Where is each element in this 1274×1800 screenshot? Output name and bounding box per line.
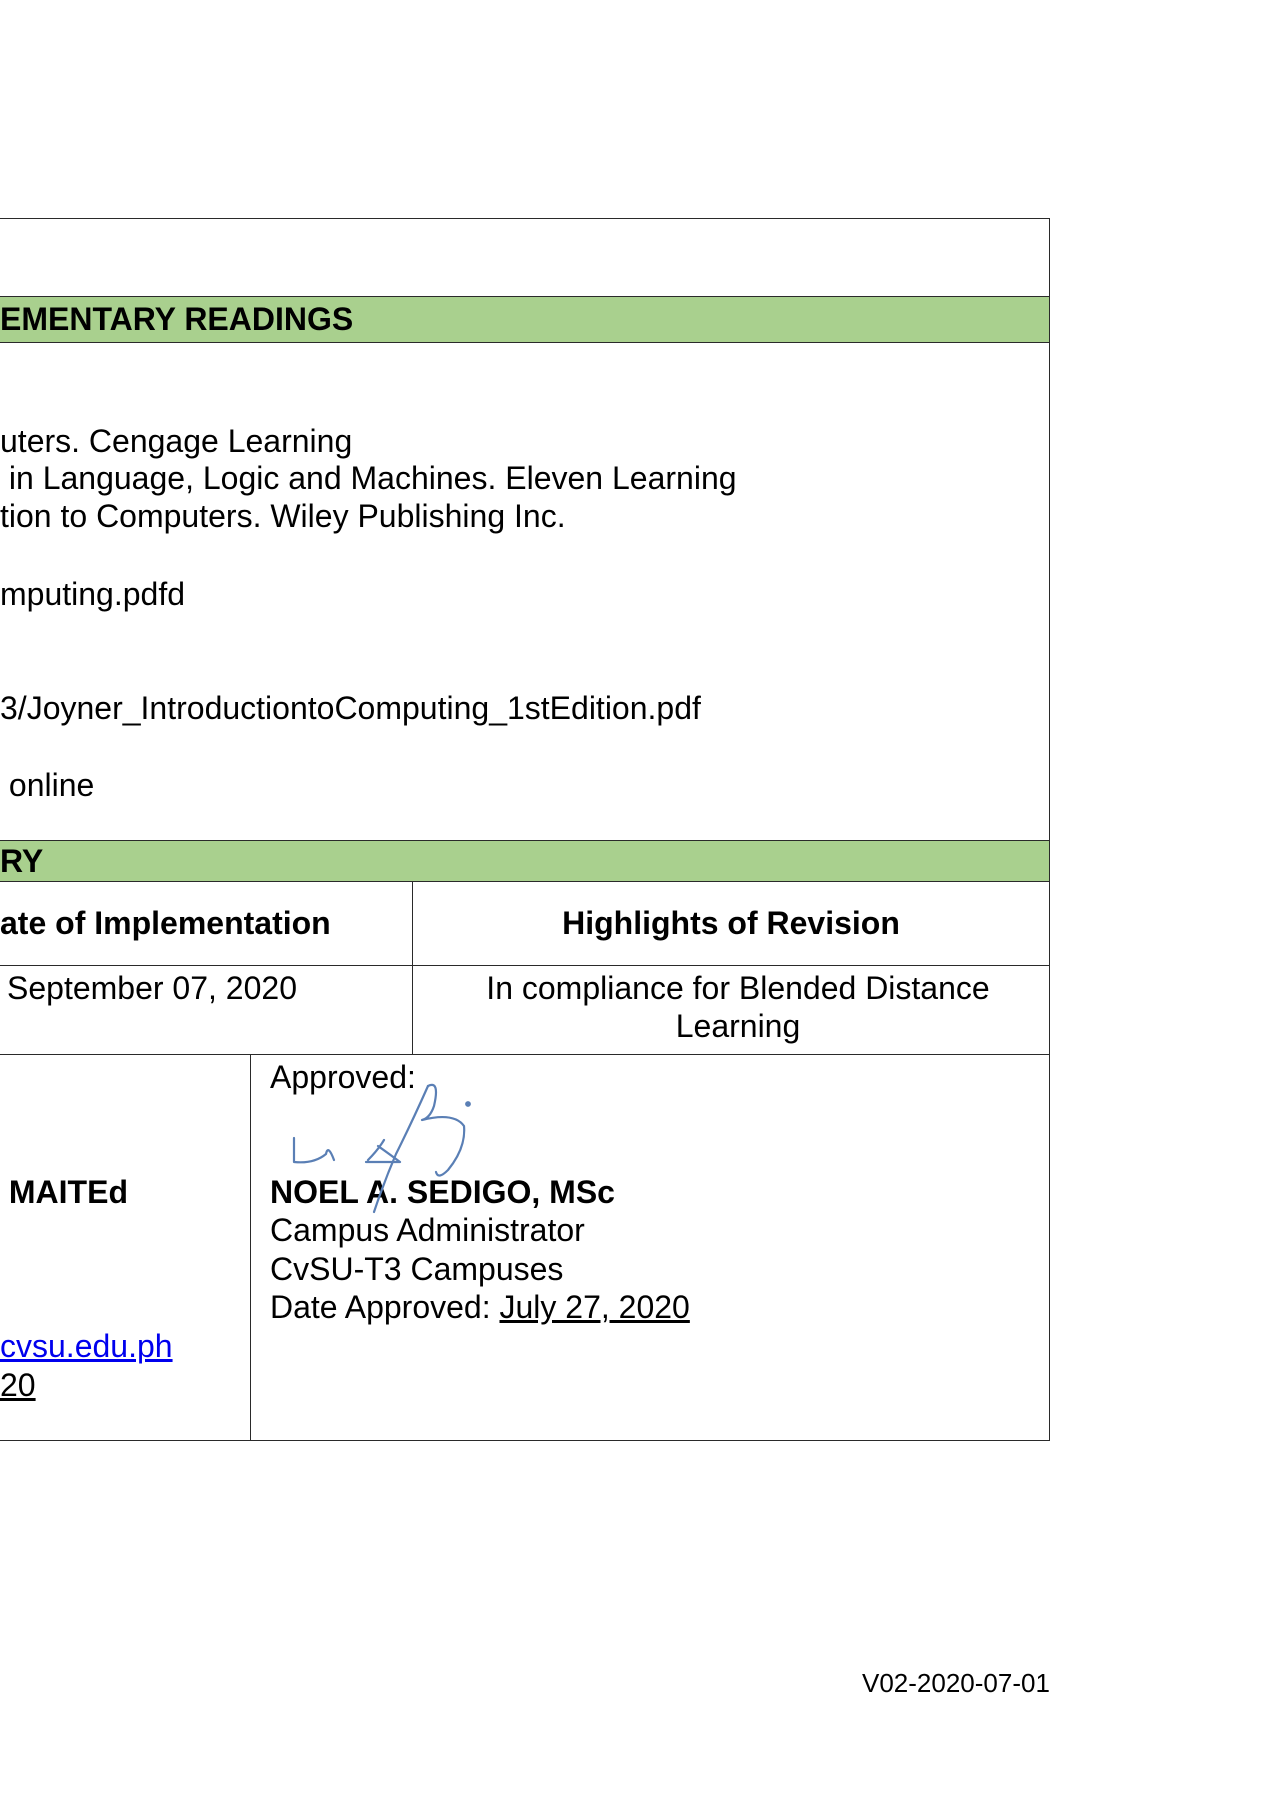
reference-line: tion to Computers. Wiley Publishing Inc. [0, 498, 566, 534]
prepared-date: 20 [0, 1367, 36, 1403]
reference-line: mputing.pdfd [0, 576, 186, 612]
row-divider [0, 296, 1050, 297]
reference-line: online [0, 767, 95, 803]
column-divider [250, 1054, 251, 1441]
table-border-right [1049, 218, 1050, 1441]
row-divider [0, 881, 1050, 882]
row-divider [0, 840, 1050, 841]
signature-dot [465, 1101, 471, 1107]
revision-highlights: In compliance for Blended Distance Learn… [486, 970, 990, 1044]
table-border-top [0, 218, 1050, 219]
revision-header-band [0, 841, 1049, 881]
date-approved-label: Date Approved: [270, 1289, 500, 1325]
date-approved-line: Date Approved: July 27, 2020 [270, 1288, 690, 1326]
approver-office: CvSU-T3 Campuses [270, 1251, 564, 1287]
row-divider [0, 1054, 1050, 1055]
date-approved-value: July 27, 2020 [499, 1289, 690, 1325]
prepared-by-name: MAITEd [0, 1174, 128, 1210]
signature-image [292, 1083, 471, 1214]
reference-line: 3/Joyner_IntroductiontoComputing_1stEdit… [0, 690, 701, 726]
implementation-date: September 07, 2020 [7, 970, 297, 1006]
signature-stroke [420, 1083, 466, 1177]
row-divider [0, 965, 1050, 966]
reference-line: in Language, Logic and Machines. Eleven … [0, 460, 737, 496]
date-of-implementation-header: ate of Implementation [0, 905, 331, 941]
references-header: EMENTARY READINGS [0, 301, 354, 337]
row-divider [0, 342, 1050, 343]
revision-history-header: RY [0, 843, 44, 879]
version-code: V02-2020-07-01 [862, 1668, 1050, 1698]
highlights-of-revision-header: Highlights of Revision [562, 905, 900, 941]
table-border-bottom [0, 1440, 1050, 1441]
signature-stroke [292, 1136, 336, 1164]
email-link[interactable]: cvsu.edu.ph [0, 1327, 173, 1365]
reference-line: uters. Cengage Learning [0, 423, 353, 459]
syllabus-table: EMENTARY READINGS uters. Cengage Learnin… [0, 218, 1050, 1441]
